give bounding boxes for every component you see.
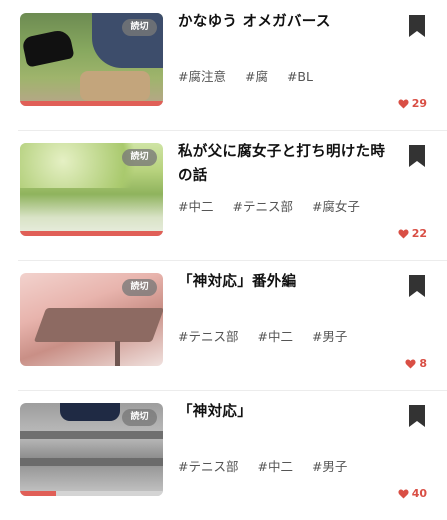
read-progress-fill [20, 491, 56, 496]
like-count: 22 [398, 227, 427, 240]
tag-list: #腐注意 #腐 #BL [178, 66, 328, 85]
story-thumbnail[interactable]: 読切 [20, 143, 163, 236]
figure-shape [60, 403, 120, 421]
like-count-value: 40 [411, 487, 427, 500]
story-title[interactable]: 「神対応」 [178, 400, 388, 424]
story-list: 読切 かなゆう オメガバース #腐注意 #腐 #BL 29 読切 私が父に腐女子… [0, 0, 447, 512]
tag[interactable]: #腐 [245, 69, 268, 84]
tag-list: #テニス部 #中二 #男子 [178, 456, 362, 475]
step-shape [20, 458, 163, 466]
heart-icon [398, 228, 409, 239]
oneshot-badge: 読切 [122, 409, 157, 426]
heart-icon [398, 488, 409, 499]
tag[interactable]: #テニス部 [178, 459, 238, 474]
tag[interactable]: #中二 [257, 329, 292, 344]
tag[interactable]: #テニス部 [178, 329, 238, 344]
read-progress [20, 101, 163, 106]
tag[interactable]: #男子 [312, 329, 347, 344]
bookmark-icon[interactable] [407, 144, 427, 168]
list-item[interactable]: 読切 「神対応」番外編 #テニス部 #中二 #男子 8 [0, 260, 447, 390]
bookmark-icon[interactable] [407, 14, 427, 38]
heart-icon [398, 98, 409, 109]
shoe-shape [21, 28, 75, 68]
story-title[interactable]: かなゆう オメガバース [178, 10, 388, 34]
list-item[interactable]: 読切 かなゆう オメガバース #腐注意 #腐 #BL 29 [0, 0, 447, 130]
oneshot-badge: 読切 [122, 19, 157, 36]
tag[interactable]: #中二 [257, 459, 292, 474]
like-count: 8 [405, 357, 427, 370]
heart-icon [405, 358, 416, 369]
tag[interactable]: #腐女子 [312, 199, 360, 214]
tag[interactable]: #BL [287, 69, 313, 84]
like-count-value: 22 [411, 227, 427, 240]
story-thumbnail[interactable]: 読切 [20, 13, 163, 106]
read-progress-fill [20, 101, 163, 106]
list-item[interactable]: 読切 「神対応」 #テニス部 #中二 #男子 40 [0, 390, 447, 520]
oneshot-badge: 読切 [122, 279, 157, 296]
tag-list: #テニス部 #中二 #男子 [178, 326, 362, 345]
tag-list: #中二 #テニス部 #腐女子 [178, 196, 375, 215]
read-progress [20, 491, 163, 496]
story-thumbnail[interactable]: 読切 [20, 403, 163, 496]
bookmark-icon[interactable] [407, 274, 427, 298]
oneshot-badge: 読切 [122, 149, 157, 166]
like-count: 40 [398, 487, 427, 500]
read-progress [20, 231, 163, 236]
stone-shape [80, 71, 150, 101]
tag[interactable]: #男子 [312, 459, 347, 474]
bookmark-icon[interactable] [407, 404, 427, 428]
desk-shape [33, 308, 163, 342]
story-title[interactable]: 私が父に腐女子と打ち明けた時の話 [178, 140, 388, 188]
tag[interactable]: #テニス部 [232, 199, 292, 214]
list-item[interactable]: 読切 私が父に腐女子と打ち明けた時の話 #中二 #テニス部 #腐女子 22 [0, 130, 447, 260]
tag[interactable]: #腐注意 [178, 69, 226, 84]
read-progress [20, 361, 163, 366]
step-shape [20, 431, 163, 439]
like-count: 29 [398, 97, 427, 110]
tag[interactable]: #中二 [178, 199, 213, 214]
story-thumbnail[interactable]: 読切 [20, 273, 163, 366]
like-count-value: 29 [411, 97, 427, 110]
story-title[interactable]: 「神対応」番外編 [178, 270, 388, 294]
like-count-value: 8 [419, 357, 427, 370]
read-progress-fill [20, 231, 163, 236]
